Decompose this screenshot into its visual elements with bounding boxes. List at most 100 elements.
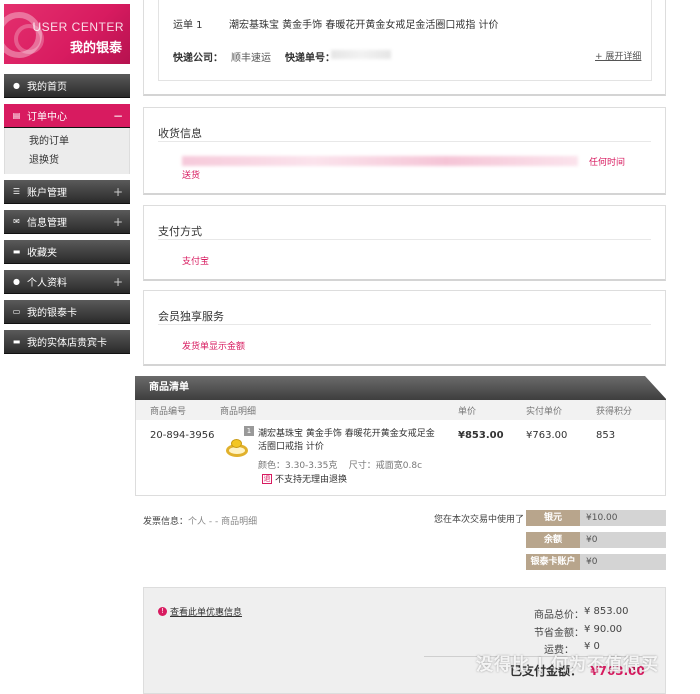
courier-value: 顺丰速运	[231, 53, 271, 64]
discount-value: ¥0	[580, 554, 666, 570]
sidebar-item-label: 我的首页	[27, 82, 67, 93]
subnav-my-orders[interactable]: 我的订单	[29, 132, 129, 151]
promo-link-text: 查看此单优惠信息	[170, 608, 243, 618]
shipment-inner: 运单 1 潮宏基珠宝 黄金手饰 春暖花开黄金女戒足金活圈口戒指 计价 快递公司：…	[158, 0, 652, 81]
shipment-label: 运单 1	[173, 20, 203, 31]
summary-value: ¥ 853.00	[584, 606, 629, 617]
product-specs: 颜色：3.30-3.35克 尺寸：戒面宽0.8c	[258, 461, 423, 471]
table-row: 20-894-3956 1 潮宏基珠宝 黄金手饰 春暖花开黄金女戒足金活圈口戒指…	[135, 420, 666, 496]
payment-method: 支付宝	[182, 257, 210, 267]
folder-icon: ▬	[12, 247, 21, 256]
divider	[158, 324, 651, 325]
discount-balance: 余额 ¥0	[526, 532, 666, 548]
return-policy-text: 不支持无理由退换	[275, 475, 348, 485]
discount-value: ¥10.00	[580, 510, 666, 526]
mail-icon: ✉	[13, 217, 20, 226]
user-center-cn: 我的银泰	[69, 41, 122, 56]
receiving-card: 收货信息 任何时间 送货	[143, 107, 666, 195]
sidebar-item-label: 信息管理	[27, 218, 67, 229]
member-title: 会员独享服务	[158, 310, 224, 323]
orders-icon: ▤	[12, 111, 21, 120]
tracking-number-redacted	[331, 50, 391, 59]
home-icon: ●	[13, 81, 20, 90]
sidebar-item-home[interactable]: ● 我的首页	[4, 74, 130, 98]
orders-subnav: 我的订单 退换货	[4, 128, 130, 174]
divider	[158, 239, 651, 240]
invoice-label: 发票信息：	[143, 517, 189, 527]
invoice-info: 发票信息：个人 - - 商品明细	[143, 514, 257, 527]
discount-label: 银泰卡账户	[526, 554, 580, 570]
user-center-en: USER CENTER	[32, 20, 124, 34]
summary-saved: 节省金额： ¥ 90.00	[534, 624, 622, 639]
paid-unit-price: ¥763.00	[526, 430, 568, 441]
return-policy: 退 不支持无理由退换	[262, 472, 347, 485]
discount-label: 银元	[526, 510, 580, 526]
user-icon: ●	[13, 277, 20, 286]
sidebar-item-vip-card[interactable]: ▬ 我的实体店贵宾卡	[4, 330, 130, 354]
discount-silver: 银元 ¥10.00	[526, 510, 666, 526]
expand-icon[interactable]: +	[113, 215, 123, 229]
delivery-time-link[interactable]: 任何时间	[589, 155, 625, 168]
payment-title: 支付方式	[158, 225, 202, 238]
summary-label: 节省金额：	[534, 628, 584, 639]
ring-stone-icon	[231, 439, 242, 448]
quantity-badge: 1	[244, 426, 254, 436]
sidebar-item-messages[interactable]: ✉ 信息管理 +	[4, 210, 130, 234]
sidebar-item-label: 订单中心	[27, 112, 67, 123]
col-detail: 商品明细	[220, 406, 257, 417]
product-id: 20-894-3956	[150, 430, 215, 441]
col-points: 获得积分	[596, 406, 633, 417]
col-price: 单价	[458, 406, 477, 417]
sidebar-item-label: 收藏夹	[27, 248, 57, 259]
payment-card: 支付方式 支付宝	[143, 205, 666, 281]
sidebar-item-label: 我的实体店贵宾卡	[27, 338, 107, 349]
shipment-product: 潮宏基珠宝 黄金手饰 春暖花开黄金女戒足金活圈口戒指 计价	[229, 20, 499, 31]
discount-value: ¥0	[580, 532, 666, 548]
receiving-title: 收货信息	[158, 127, 202, 140]
sidebar-item-orders[interactable]: ▤ 订单中心 −	[4, 104, 130, 128]
sidebar-item-profile[interactable]: ● 个人资料 +	[4, 270, 130, 294]
col-paid-price: 实付单价	[526, 406, 563, 417]
points-earned: 853	[596, 430, 616, 441]
goods-columns: 商品编号 商品明细 单价 实付单价 获得积分	[135, 400, 666, 420]
sidebar-item-favorites[interactable]: ▬ 收藏夹	[4, 240, 130, 264]
collapse-icon[interactable]: −	[113, 109, 123, 123]
shipment-card: 运单 1 潮宏基珠宝 黄金手饰 春暖花开黄金女戒足金活圈口戒指 计价 快递公司：…	[143, 0, 666, 96]
promo-info-link[interactable]: ! 查看此单优惠信息	[158, 605, 242, 618]
unit-price: ¥853.00	[458, 430, 504, 441]
expand-icon[interactable]: +	[113, 185, 123, 199]
sidebar-item-intime-card[interactable]: ▭ 我的银泰卡	[4, 300, 130, 324]
subnav-returns[interactable]: 退换货	[29, 151, 129, 170]
sidebar-item-account[interactable]: ☰ 账户管理 +	[4, 180, 130, 204]
order-summary: ! 查看此单优惠信息 商品总价： ¥ 853.00 节省金额： ¥ 90.00 …	[143, 587, 666, 694]
sidebar-item-label: 个人资料	[27, 278, 67, 289]
info-icon: !	[158, 607, 167, 616]
member-card: 会员独享服务 发货单显示金额	[143, 290, 666, 366]
no-return-icon: 退	[262, 473, 272, 484]
invoice-value: 个人 - - 商品明细	[188, 517, 258, 527]
sidebar-item-label: 我的银泰卡	[27, 308, 77, 319]
card-icon: ▬	[12, 337, 21, 346]
address-redacted	[182, 156, 578, 166]
product-name[interactable]: 潮宏基珠宝 黄金手饰 春暖花开黄金女戒足金活圈口戒指 计价	[258, 428, 438, 454]
divider	[158, 141, 651, 142]
expand-icon[interactable]: +	[113, 275, 123, 289]
summary-label: 商品总价：	[534, 610, 584, 621]
goods-list: 商品清单 商品编号 商品明细 单价 实付单价 获得积分 20-894-3956 …	[135, 376, 667, 496]
col-id: 商品编号	[150, 406, 187, 417]
sidebar: USER CENTER 我的银泰 ● 我的首页 ▤ 订单中心 − 我的订单 退换…	[4, 4, 130, 354]
summary-value: ¥ 90.00	[584, 624, 623, 635]
user-center-logo[interactable]: USER CENTER 我的银泰	[4, 4, 130, 64]
delivery-type: 送货	[182, 171, 201, 181]
goods-title: 商品清单	[135, 376, 667, 400]
product-thumbnail[interactable]	[224, 436, 250, 460]
summary-total: 商品总价： ¥ 853.00	[534, 606, 629, 621]
discount-card: 银泰卡账户 ¥0	[526, 554, 666, 570]
card-icon: ▭	[12, 307, 21, 316]
discounts-used-label: 您在本次交易中使用了	[434, 515, 525, 525]
tracking-label: 快递单号：	[285, 53, 335, 64]
member-service: 发货单显示金额	[182, 342, 246, 352]
expand-details-link[interactable]: + 展开详细	[595, 49, 641, 62]
discount-label: 余额	[526, 532, 580, 548]
watermark: 没得比 | 何为不值得买	[475, 655, 659, 675]
